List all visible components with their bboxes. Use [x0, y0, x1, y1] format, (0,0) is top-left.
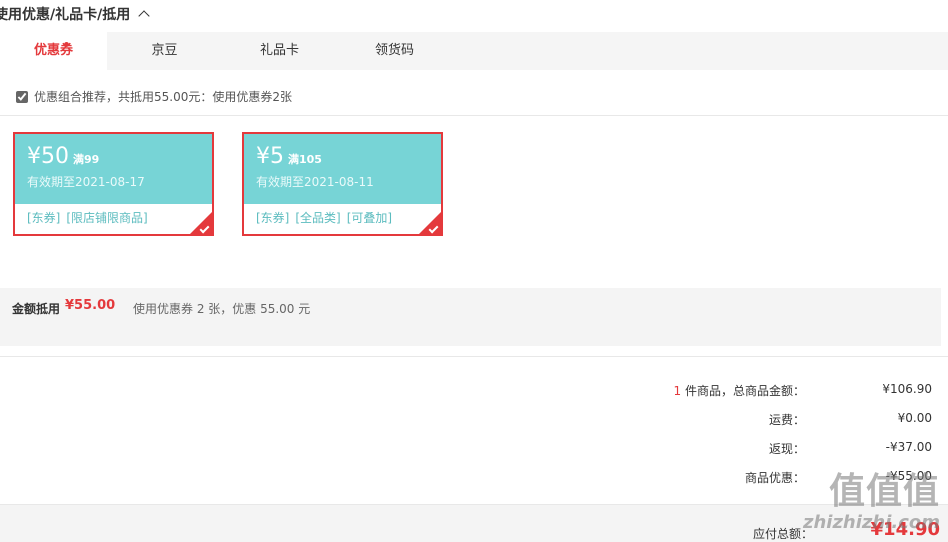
- recommend-text: 优惠组合推荐，共抵用55.00元：使用优惠券2张: [34, 90, 292, 104]
- coupon-condition: 满99: [73, 153, 100, 166]
- section-header[interactable]: 使用优惠/礼品卡/抵用: [0, 4, 150, 24]
- coupon-card[interactable]: ¥50 满99 有效期至2021-08-17 [东券] [限店铺限商品]: [13, 132, 214, 236]
- coupon-tag: [全品类]: [295, 211, 341, 225]
- cashback-label: 返现：: [768, 442, 805, 456]
- tab-label: 京豆: [151, 43, 178, 58]
- coupon-tag: [限店铺限商品]: [66, 211, 148, 225]
- shipping-row: 运费： ¥0.00: [0, 411, 940, 431]
- discount-row: 商品优惠： -¥55.00: [0, 469, 940, 489]
- tab-coupons[interactable]: 优惠券: [0, 32, 107, 70]
- cashback-row: 返现： -¥37.00: [0, 440, 940, 460]
- cashback-value: -¥37.00: [885, 440, 932, 454]
- coupon-condition: 满105: [288, 153, 322, 166]
- divider: [0, 115, 948, 116]
- coupon-amount: ¥5: [256, 144, 284, 169]
- coupon-tag: [可叠加]: [346, 211, 393, 225]
- coupon-tag: [东券]: [27, 211, 61, 225]
- discount-label: 商品优惠：: [744, 471, 805, 485]
- notification-dot-icon: [64, 42, 69, 47]
- tab-jingdou[interactable]: 京豆: [107, 32, 222, 70]
- tab-bar: 优惠券 京豆 礼品卡 领货码: [0, 32, 948, 70]
- items-label-text: 件商品，总商品金额：: [681, 384, 805, 398]
- items-label: 1 件商品，总商品金额：: [674, 382, 805, 399]
- watermark-logo: 值值值: [828, 471, 940, 512]
- summary-value: ¥55.00: [65, 298, 116, 313]
- tab-pickup-code[interactable]: 领货码: [337, 32, 452, 70]
- tab-label: 领货码: [374, 43, 414, 58]
- chevron-up-icon[interactable]: [138, 10, 150, 22]
- shipping-value: ¥0.00: [897, 411, 932, 425]
- watermark-site: zhizhizhi.com: [802, 512, 940, 533]
- summary-desc: 使用优惠券 2 张，优惠 55.00 元: [133, 302, 311, 316]
- divider: [0, 356, 948, 357]
- coupon-card[interactable]: ¥5 满105 有效期至2021-08-11 [东券] [全品类] [可叠加]: [242, 132, 443, 236]
- coupon-validity: 有效期至2021-08-11: [256, 175, 374, 189]
- coupon-validity: 有效期至2021-08-17: [27, 175, 145, 189]
- recommend-checkbox[interactable]: [16, 90, 28, 103]
- tab-label: 礼品卡: [259, 43, 299, 58]
- discount-summary: 金额抵用 ¥55.00 使用优惠券 2 张，优惠 55.00 元: [0, 288, 941, 346]
- coupon-tag: [东券]: [256, 211, 290, 225]
- tab-giftcard[interactable]: 礼品卡: [222, 32, 337, 70]
- items-value: ¥106.90: [882, 382, 932, 396]
- summary-label: 金额抵用: [12, 302, 61, 316]
- recommend-option: 优惠组合推荐，共抵用55.00元：使用优惠券2张: [16, 88, 292, 105]
- coupon-amount: ¥50: [27, 144, 69, 169]
- total-items-row: 1 件商品，总商品金额： ¥106.90: [0, 382, 940, 402]
- shipping-label: 运费：: [768, 413, 805, 427]
- section-title: 使用优惠/礼品卡/抵用: [0, 7, 131, 23]
